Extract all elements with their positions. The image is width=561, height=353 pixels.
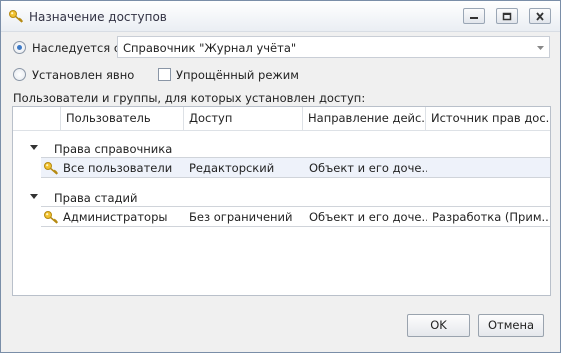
grid-caption: Пользователи и группы, для которых устан… (13, 91, 366, 105)
inherit-label: Наследуется с: (32, 41, 125, 55)
minimize-icon (470, 17, 478, 19)
group-row-directory-rights[interactable]: Права справочника (13, 140, 550, 158)
column-header-access[interactable]: Доступ (184, 107, 303, 131)
close-button[interactable] (529, 8, 551, 24)
minimize-button[interactable] (463, 8, 485, 24)
inherit-source-value: Справочник "Журнал учёта" (123, 41, 297, 55)
key-icon (8, 9, 24, 23)
collapse-arrow-icon[interactable] (30, 194, 38, 199)
cell-user: Все пользователи (63, 161, 173, 175)
key-icon (44, 211, 59, 224)
grid-header-spacer (13, 107, 61, 131)
explicit-radio[interactable] (13, 68, 26, 81)
maximize-button[interactable] (496, 8, 518, 24)
cell-user: Администраторы (63, 210, 168, 224)
group-row-stage-rights[interactable]: Права стадий (13, 189, 550, 207)
collapse-arrow-icon[interactable] (30, 145, 38, 150)
table-row[interactable]: Все пользователи Редакторский Объект и е… (41, 157, 550, 178)
access-grid[interactable]: Пользователь Доступ Направление дейс... … (12, 106, 551, 296)
cell-access: Редакторский (189, 161, 275, 175)
window-title: Назначение доступов (29, 10, 167, 24)
group-label: Права стадий (54, 191, 138, 205)
access-assignment-dialog: Назначение доступов Наследуется с: Справ… (0, 0, 561, 353)
grid-header: Пользователь Доступ Направление дейс... … (13, 107, 550, 131)
column-header-user[interactable]: Пользователь (61, 107, 184, 131)
chevron-down-icon (537, 46, 544, 50)
column-header-direction[interactable]: Направление дейс... (303, 107, 426, 131)
simplified-mode-checkbox[interactable] (158, 68, 171, 81)
simplified-mode-label: Упрощённый режим (176, 68, 299, 82)
cancel-button[interactable]: Отмена (478, 314, 544, 337)
key-icon (44, 162, 59, 175)
title-bar[interactable]: Назначение доступов (1, 1, 560, 32)
cell-direction: Объект и его доче... (309, 161, 427, 175)
explicit-label: Установлен явно (32, 68, 135, 82)
maximize-icon (502, 12, 512, 20)
ok-button[interactable]: OK (407, 314, 470, 337)
group-label: Права справочника (54, 142, 173, 156)
cell-source: Разработка (Прим... (432, 210, 548, 224)
table-row[interactable]: Администраторы Без ограничений Объект и … (41, 206, 550, 227)
cell-direction: Объект и его доче... (309, 210, 427, 224)
column-header-source[interactable]: Источник прав дос... (426, 107, 550, 131)
inherit-radio[interactable] (13, 41, 26, 54)
inherit-source-combo[interactable]: Справочник "Журнал учёта" (117, 36, 550, 58)
cell-access: Без ограничений (189, 210, 293, 224)
close-icon (536, 11, 544, 21)
